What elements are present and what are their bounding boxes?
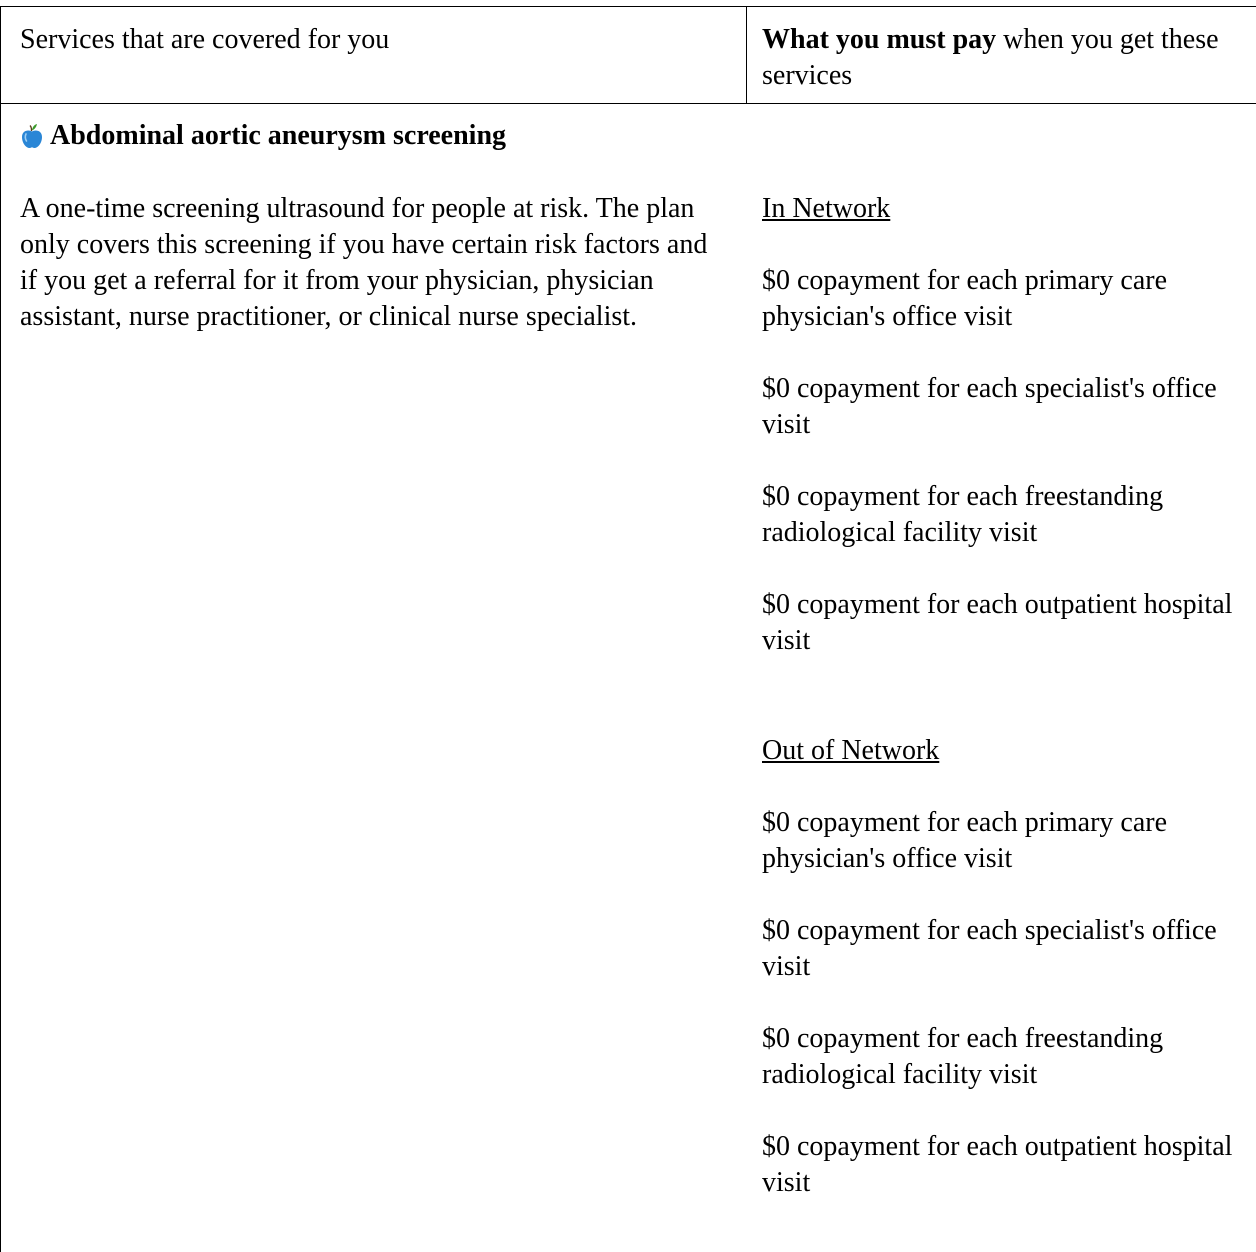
in-network-item: $0 copayment for each primary care physi… — [762, 265, 1168, 332]
apple-icon — [20, 123, 44, 149]
header-services-label: Services that are covered for you — [20, 24, 390, 55]
in-network-heading: In Network — [762, 193, 891, 224]
in-network-item: $0 copayment for each outpatient hospita… — [762, 589, 1233, 656]
in-network-item: $0 copayment for each freestanding radio… — [762, 481, 1164, 548]
header-pay-label: What you must pay when you get these ser… — [762, 22, 1242, 94]
header-column-divider — [746, 6, 747, 103]
out-of-network-heading: Out of Network — [762, 735, 940, 766]
out-of-network-item: $0 copayment for each specialist's offic… — [762, 915, 1217, 982]
header-bottom-border — [0, 103, 1256, 104]
out-of-network-item: $0 copayment for each outpatient hospita… — [762, 1131, 1233, 1198]
in-network-item: $0 copayment for each specialist's offic… — [762, 373, 1217, 440]
table-left-border — [0, 6, 1, 1252]
out-of-network-item: $0 copayment for each primary care physi… — [762, 807, 1168, 874]
pay-column: In Network $0 copayment for each primary… — [762, 191, 1252, 1201]
service-title: Abdominal aortic aneurysm screening — [20, 118, 506, 154]
service-description: A one-time screening ultrasound for peop… — [20, 193, 708, 332]
header-pay-bold: What you must pay — [762, 24, 997, 55]
table-top-border — [0, 6, 1256, 7]
service-title-text: Abdominal aortic aneurysm screening — [50, 120, 507, 151]
out-of-network-item: $0 copayment for each freestanding radio… — [762, 1023, 1164, 1090]
benefits-table: Services that are covered for you What y… — [0, 0, 1256, 1252]
